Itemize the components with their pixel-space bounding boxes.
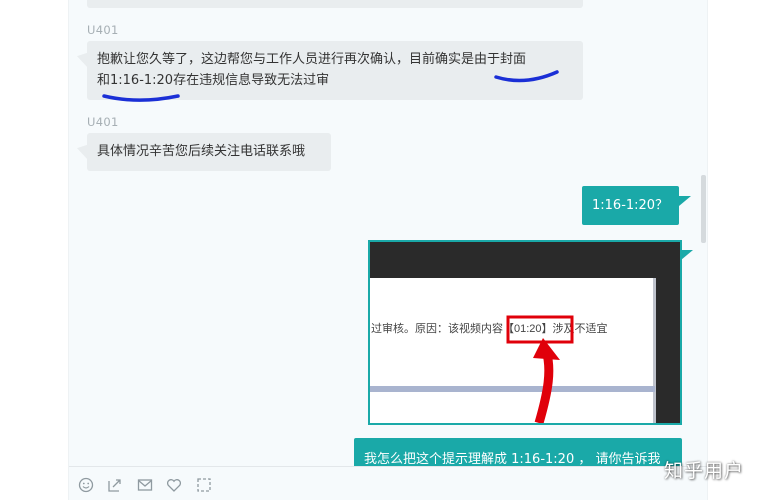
sender-name: U401 [87, 115, 119, 129]
message-text: 我怎么把这个提示理解成 1:16-1:20 ， 请你告诉我 [364, 452, 661, 467]
scrollbar-thumb[interactable] [701, 175, 706, 243]
blue-underline-stroke [494, 70, 559, 83]
message-text: 具体情况辛苦您后续关注电话联系哦 [97, 144, 306, 159]
blue-underline-stroke [102, 94, 180, 102]
page-margin-right [708, 0, 775, 500]
input-toolbar [69, 466, 707, 500]
heart-icon[interactable] [164, 475, 184, 495]
blue-annotation-strokes [102, 70, 559, 102]
screenshot-icon[interactable] [194, 475, 214, 495]
image-message[interactable]: 过审核。原因：该视频内容【01:20】涉及不适宜 [368, 240, 682, 425]
divider-bar [370, 386, 655, 392]
watermark: 知乎用户 [664, 460, 745, 482]
embedded-screenshot: 过审核。原因：该视频内容【01:20】涉及不适宜 [370, 242, 680, 423]
agent-message-bubble: 具体情况辛苦您后续关注电话联系哦 [87, 133, 331, 171]
message-text: 1:16-1:20？ [592, 198, 669, 213]
upload-file-icon[interactable] [105, 475, 125, 495]
mail-icon[interactable] [135, 475, 155, 495]
emoji-icon[interactable] [76, 475, 96, 495]
image-bubble-tail [681, 250, 693, 260]
page-margin-left [0, 0, 68, 500]
user-message-bubble: 1:16-1:20？ [582, 186, 691, 225]
chat-window: U401 抱歉让您久等了，这边帮您与工作人员进行再次确认，目前确实是由于封面 和… [68, 0, 708, 500]
dark-side-band [655, 278, 680, 423]
dark-header-band [370, 242, 680, 278]
